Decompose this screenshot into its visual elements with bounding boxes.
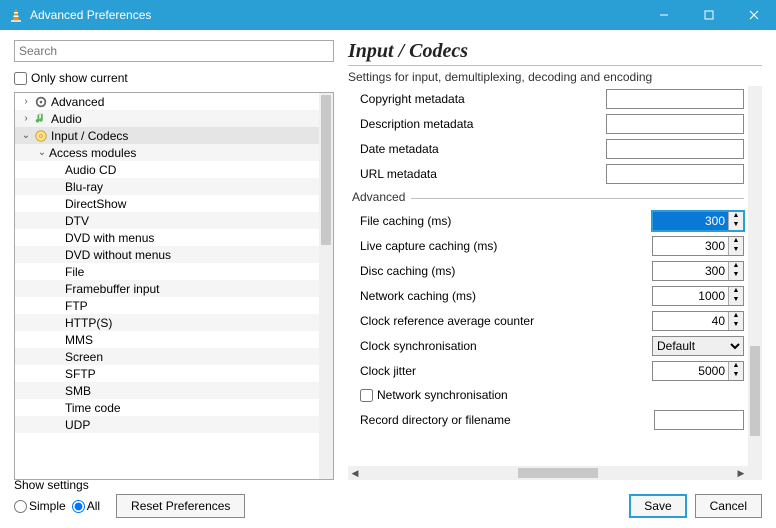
tree-item-time-code[interactable]: Time code — [15, 399, 319, 416]
network-caching-spinner[interactable]: ▲▼ — [652, 286, 744, 306]
tree-access-modules[interactable]: ⌄Access modules — [15, 144, 319, 161]
settings-vscrollbar[interactable] — [748, 86, 762, 480]
tree-audio-label: Audio — [51, 112, 82, 126]
file-caching-label: File caching (ms) — [360, 214, 652, 228]
preferences-tree[interactable]: ›Advanced›Audio⌄Input / Codecs⌄Access mo… — [14, 92, 334, 480]
disc-icon — [33, 128, 49, 144]
disc-caching-label: Disc caching (ms) — [360, 264, 652, 278]
minimize-button[interactable] — [641, 0, 686, 30]
tree-item-http-s-[interactable]: HTTP(S) — [15, 314, 319, 331]
tree-item-dvd-without-menus-label: DVD without menus — [65, 248, 171, 262]
tree-item-mms[interactable]: MMS — [15, 331, 319, 348]
tree-item-udp[interactable]: UDP — [15, 416, 319, 433]
clock-sync-select[interactable]: Default — [652, 336, 744, 356]
tree-item-dvd-with-menus[interactable]: DVD with menus — [15, 229, 319, 246]
save-button[interactable]: Save — [629, 494, 686, 518]
tree-advanced-label: Advanced — [51, 95, 104, 109]
clock-sync-label: Clock synchronisation — [360, 339, 652, 353]
file-caching-spinner[interactable]: ▲▼ — [652, 211, 744, 231]
tree-audio[interactable]: ›Audio — [15, 110, 319, 127]
tree-item-http-s--label: HTTP(S) — [65, 316, 112, 330]
tree-item-screen-label: Screen — [65, 350, 103, 364]
gear-icon — [33, 94, 49, 110]
page-description: Settings for input, demultiplexing, deco… — [348, 70, 762, 84]
tree-advanced[interactable]: ›Advanced — [15, 93, 319, 110]
tree-item-dvd-with-menus-label: DVD with menus — [65, 231, 154, 245]
only-show-current-label: Only show current — [31, 71, 128, 85]
network-caching-label: Network caching (ms) — [360, 289, 652, 303]
tree-item-framebuffer-input-label: Framebuffer input — [65, 282, 160, 296]
date-metadata-input[interactable] — [606, 139, 744, 159]
show-settings-label: Show settings — [14, 478, 245, 492]
vlc-cone-icon — [8, 7, 24, 23]
tree-item-udp-label: UDP — [65, 418, 90, 432]
window-title: Advanced Preferences — [30, 8, 641, 22]
page-title: Input / Codecs — [348, 40, 762, 63]
copyright-metadata-label: Copyright metadata — [360, 92, 606, 106]
tree-item-directshow[interactable]: DirectShow — [15, 195, 319, 212]
tree-access-modules-label: Access modules — [49, 146, 136, 160]
network-sync-label: Network synchronisation — [377, 388, 508, 402]
settings-hscrollbar[interactable]: ◀▶ — [348, 466, 748, 480]
tree-item-dtv[interactable]: DTV — [15, 212, 319, 229]
tree-item-file[interactable]: File — [15, 263, 319, 280]
network-sync-checkbox[interactable] — [360, 389, 373, 402]
tree-item-screen[interactable]: Screen — [15, 348, 319, 365]
tree-input-codecs-label: Input / Codecs — [51, 129, 128, 143]
tree-item-smb[interactable]: SMB — [15, 382, 319, 399]
tree-item-dtv-label: DTV — [65, 214, 89, 228]
copyright-metadata-input[interactable] — [606, 89, 744, 109]
date-metadata-label: Date metadata — [360, 142, 606, 156]
live-caching-label: Live capture caching (ms) — [360, 239, 652, 253]
maximize-button[interactable] — [686, 0, 731, 30]
tree-item-blu-ray-label: Blu-ray — [65, 180, 103, 194]
tree-item-sftp[interactable]: SFTP — [15, 365, 319, 382]
record-dir-label: Record directory or filename — [360, 413, 654, 427]
record-dir-input[interactable] — [654, 410, 744, 430]
search-input[interactable] — [14, 40, 334, 62]
tree-item-directshow-label: DirectShow — [65, 197, 126, 211]
disc-caching-spinner[interactable]: ▲▼ — [652, 261, 744, 281]
simple-radio[interactable]: Simple — [14, 499, 66, 513]
clock-ref-spinner[interactable]: ▲▼ — [652, 311, 744, 331]
titlebar: Advanced Preferences — [0, 0, 776, 30]
clock-jitter-spinner[interactable]: ▲▼ — [652, 361, 744, 381]
all-radio[interactable]: All — [72, 499, 100, 513]
description-metadata-label: Description metadata — [360, 117, 606, 131]
reset-preferences-button[interactable]: Reset Preferences — [116, 494, 245, 518]
clock-jitter-label: Clock jitter — [360, 364, 652, 378]
tree-item-time-code-label: Time code — [65, 401, 121, 415]
tree-item-blu-ray[interactable]: Blu-ray — [15, 178, 319, 195]
tree-item-mms-label: MMS — [65, 333, 93, 347]
clock-ref-label: Clock reference average counter — [360, 314, 652, 328]
tree-item-ftp-label: FTP — [65, 299, 88, 313]
url-metadata-input[interactable] — [606, 164, 744, 184]
tree-item-framebuffer-input[interactable]: Framebuffer input — [15, 280, 319, 297]
advanced-group-label: Advanced — [352, 190, 405, 204]
music-note-icon — [33, 111, 49, 127]
tree-input-codecs[interactable]: ⌄Input / Codecs — [15, 127, 319, 144]
live-caching-spinner[interactable]: ▲▼ — [652, 236, 744, 256]
only-show-current-checkbox[interactable] — [14, 72, 27, 85]
url-metadata-label: URL metadata — [360, 167, 606, 181]
tree-item-sftp-label: SFTP — [65, 367, 96, 381]
tree-item-ftp[interactable]: FTP — [15, 297, 319, 314]
close-button[interactable] — [731, 0, 776, 30]
description-metadata-input[interactable] — [606, 114, 744, 134]
tree-item-audio-cd-label: Audio CD — [65, 163, 116, 177]
cancel-button[interactable]: Cancel — [695, 494, 762, 518]
tree-scrollbar[interactable] — [319, 93, 333, 479]
tree-item-audio-cd[interactable]: Audio CD — [15, 161, 319, 178]
tree-item-smb-label: SMB — [65, 384, 91, 398]
tree-item-dvd-without-menus[interactable]: DVD without menus — [15, 246, 319, 263]
tree-item-file-label: File — [65, 265, 84, 279]
